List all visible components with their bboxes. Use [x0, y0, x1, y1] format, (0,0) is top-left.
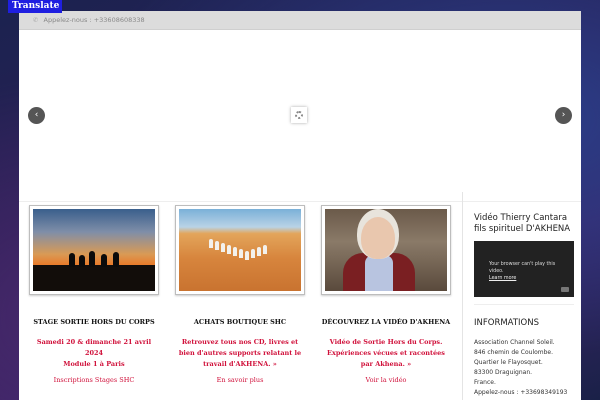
video-watch-link[interactable]: Voir la vidéo — [321, 376, 451, 385]
stage-signup-link[interactable]: Inscriptions Stages SHC — [29, 376, 159, 385]
desert-group-image — [179, 209, 301, 291]
youtube-icon — [561, 287, 569, 292]
video-description-link[interactable]: Vidéo de Sortie Hors du Corps. Expérienc… — [321, 337, 451, 370]
info-line: France. — [474, 379, 496, 386]
shop-description-link[interactable]: Retrouvez tous nos CD, livres et bien d'… — [175, 337, 305, 370]
sidebar-video-title: Vidéo Thierry Cantara fils spirituel D'A… — [474, 213, 571, 234]
video-image-link[interactable] — [321, 205, 451, 295]
shop-heading: ACHATS BOUTIQUE SHC — [193, 318, 287, 326]
sunset-silhouettes-image — [33, 209, 155, 291]
akhena-portrait-image — [325, 209, 447, 291]
stage-image-link[interactable] — [29, 205, 159, 295]
slider-next-button[interactable]: › — [555, 107, 572, 124]
slider-prev-button[interactable]: ‹ — [28, 107, 45, 124]
stage-heading: STAGE SORTIE HORS DU CORPS — [33, 318, 155, 326]
info-line: Association Channel Soleil. — [474, 339, 555, 346]
video-error-line-2: video. — [489, 269, 504, 274]
feature-column-stage: STAGE SORTIE HORS DU CORPS Samedi 20 & d… — [29, 205, 159, 385]
info-line: 83300 Draguignan. — [474, 369, 533, 376]
embedded-video-player[interactable]: Your browser can't play this video. Lear… — [474, 241, 574, 297]
sidebar: Vidéo Thierry Cantara fils spirituel D'A… — [462, 192, 581, 400]
shop-more-link[interactable]: En savoir plus — [175, 376, 305, 385]
phone-number-text: Appelez-nous : +33608608338 — [43, 16, 145, 24]
chevron-right-icon: › — [561, 110, 566, 120]
shop-image-link[interactable] — [175, 205, 305, 295]
video-heading: DÉCOUVREZ LA VIDÉO D'AKHENA — [321, 318, 451, 326]
feature-column-shop: ACHATS BOUTIQUE SHC Retrouvez tous nos C… — [175, 205, 305, 385]
hero-slider: ‹ › — [19, 30, 581, 202]
sidebar-info-block: Association Channel Soleil. 846 chemin d… — [474, 338, 581, 398]
info-line: 846 chemin de Coulombe. — [474, 349, 554, 356]
feature-column-video: DÉCOUVREZ LA VIDÉO D'AKHENA Vidéo de Sor… — [321, 205, 451, 385]
stage-dates-link[interactable]: Samedi 20 & dimanche 21 avril 2024 Modul… — [29, 337, 159, 370]
video-error-line-1: Your browser can't play this — [489, 262, 556, 267]
video-learn-more-link[interactable]: Learn more — [489, 275, 574, 282]
sidebar-info-title: INFORMATIONS — [474, 318, 539, 328]
feature-columns: STAGE SORTIE HORS DU CORPS Samedi 20 & d… — [19, 192, 462, 400]
sidebar-divider — [474, 304, 574, 305]
chevron-left-icon: ‹ — [34, 110, 39, 120]
info-line: Quartier le Flayosquet. — [474, 359, 543, 366]
translate-button[interactable]: Translate — [8, 0, 62, 13]
loading-spinner-icon — [291, 107, 307, 123]
info-line: Appelez-nous : +33698349193 — [474, 389, 568, 396]
top-bar: ✆ Appelez-nous : +33608608338 — [19, 11, 581, 30]
phone-icon: ✆ — [33, 16, 39, 24]
